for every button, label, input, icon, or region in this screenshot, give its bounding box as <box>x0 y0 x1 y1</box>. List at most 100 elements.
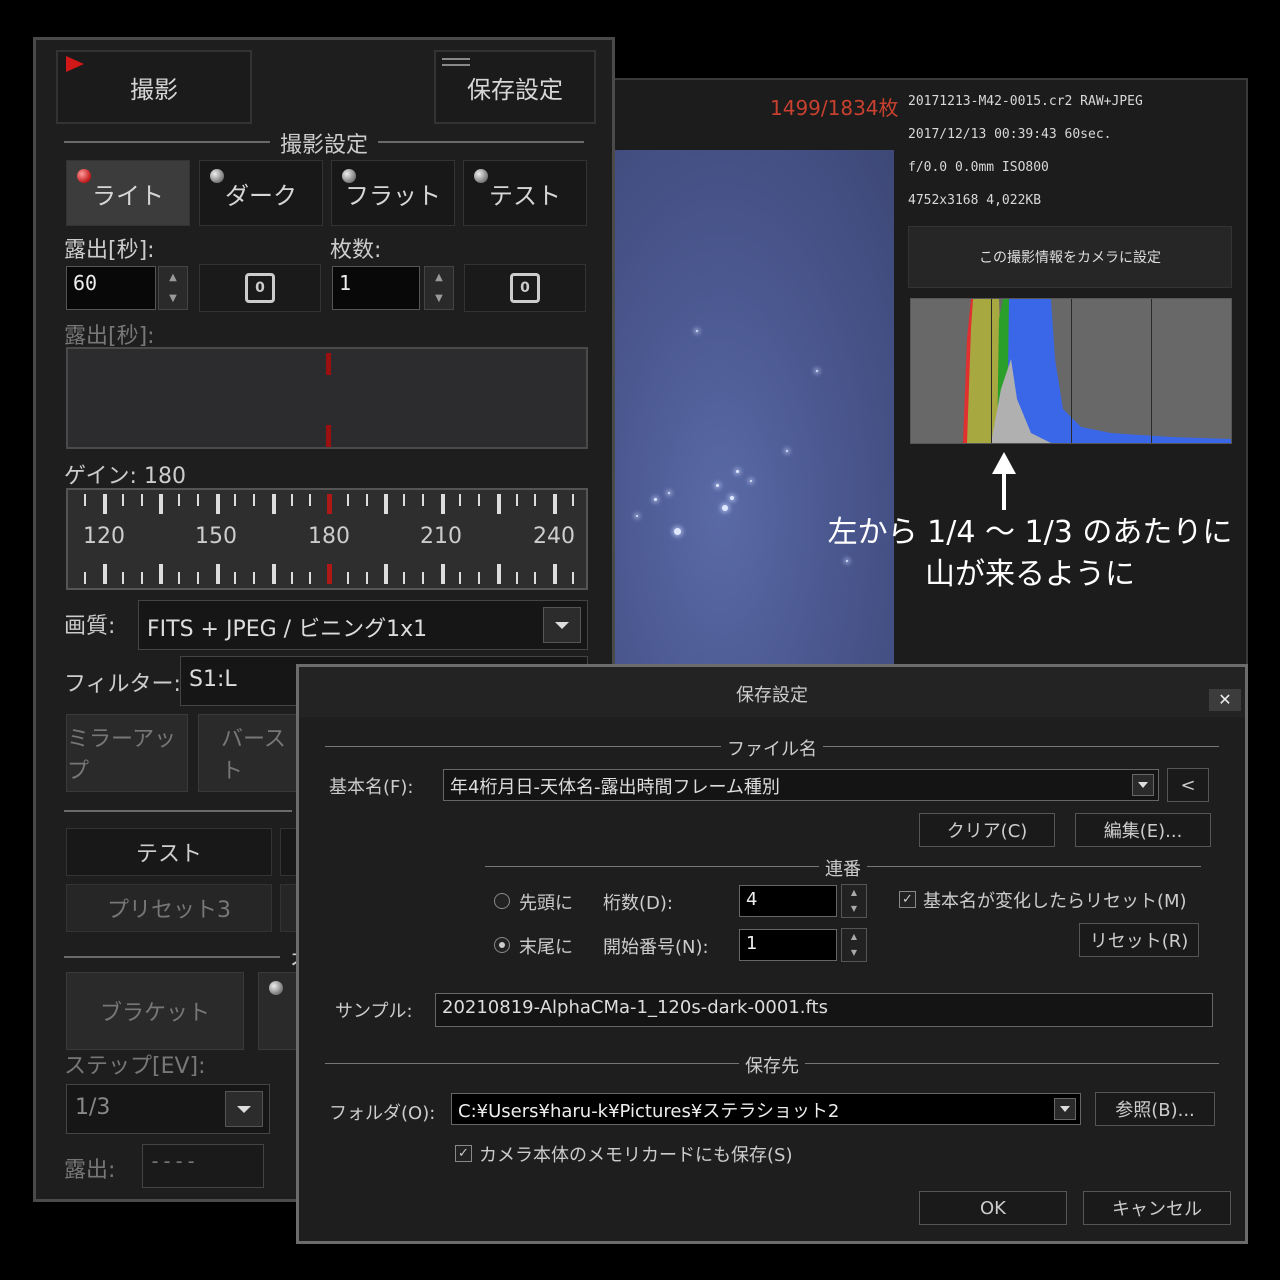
gain-tick <box>178 494 180 506</box>
exposure-input[interactable]: 60 <box>66 266 156 310</box>
section-destination: 保存先 <box>325 1052 1219 1078</box>
gain-tick-label: 210 <box>420 524 462 549</box>
back-button[interactable]: < <box>1167 768 1209 802</box>
square-zero-icon: 0 <box>510 273 540 303</box>
digits-stepper[interactable]: ▲ ▼ <box>841 884 867 918</box>
led-off-icon <box>474 169 488 183</box>
gain-tick <box>365 572 368 584</box>
gain-tick <box>553 494 557 514</box>
gain-tick <box>515 572 518 584</box>
gain-slider[interactable]: 120 150 180 210 240 <box>66 488 588 590</box>
section-divider <box>64 810 292 812</box>
radio-head[interactable] <box>494 893 510 909</box>
gain-indicator <box>327 564 332 584</box>
digits-input[interactable]: 4 <box>739 885 837 917</box>
gain-tick <box>159 564 164 584</box>
gain-tick-label: 120 <box>83 524 125 549</box>
exposure-label: 露出[秒]: <box>64 238 155 263</box>
capture-date: 2017/12/13 00:39:43 60sec. <box>908 127 1112 142</box>
gain-tick <box>159 494 164 514</box>
exposure-preset-button[interactable]: 0 <box>199 264 321 312</box>
file-name: 20171213-M42-0015.cr2 RAW+JPEG <box>908 94 1143 109</box>
gain-tick <box>290 572 293 584</box>
folder-label: フォルダ(O): <box>329 1103 436 1124</box>
gain-indicator <box>327 494 332 514</box>
quality-select[interactable]: FITS + JPEG / ビニング1x1 <box>138 600 588 650</box>
gain-tick <box>84 494 87 506</box>
annotation-text: 左から 1/4 〜 1/3 のあたりに 山が来るように <box>820 512 1240 596</box>
basename-select[interactable]: 年4桁月日-天体名-露出時間フレーム種別 <box>443 769 1159 801</box>
gain-tick <box>103 494 107 514</box>
count-label: 枚数: <box>330 238 382 263</box>
quality-label: 画質: <box>64 614 116 639</box>
sample-field: 20210819-AlphaCMa-1_120s-dark-0001.fts <box>435 993 1213 1027</box>
gain-tick <box>365 494 368 506</box>
tab-save-settings-label: 保存設定 <box>467 75 563 104</box>
start-number-stepper[interactable]: ▲ ▼ <box>841 928 867 962</box>
annotation-line-2: 山が来るように <box>925 557 1135 592</box>
exposure-stepper[interactable]: ▲ ▼ <box>158 266 188 310</box>
gain-tick <box>253 494 255 506</box>
square-zero-icon: 0 <box>245 273 275 303</box>
gain-tick <box>84 572 87 584</box>
annotation-line-1: 左から 1/4 〜 1/3 のあたりに <box>827 515 1233 550</box>
exposure-bottom-field[interactable]: ---- <box>142 1144 264 1188</box>
gain-tick-label: 150 <box>195 524 237 549</box>
gain-label: ゲイン: 180 <box>64 464 186 489</box>
mode-test-button[interactable]: テスト <box>463 160 587 226</box>
count-stepper[interactable]: ▲ ▼ <box>424 266 454 310</box>
count-preset-button[interactable]: 0 <box>464 264 586 312</box>
lens-info: f/0.0 0.0mm ISO800 <box>908 160 1049 175</box>
gain-tick <box>121 494 124 506</box>
test-capture-button[interactable]: テスト <box>66 828 272 876</box>
browse-button[interactable]: 参照(B)... <box>1095 1092 1215 1126</box>
gain-tick <box>496 564 501 584</box>
burst-button[interactable]: バースト <box>198 714 298 792</box>
step-select[interactable]: 1/3 <box>66 1084 270 1134</box>
mirror-up-button[interactable]: ミラーアップ <box>66 714 188 792</box>
tab-capture[interactable]: 撮影 <box>56 50 252 124</box>
up-arrow-icon <box>992 452 1016 510</box>
reset-button[interactable]: リセット(R) <box>1079 923 1199 957</box>
gain-tick <box>140 494 143 506</box>
mode-dark-button[interactable]: ダーク <box>199 160 323 226</box>
reset-on-change-checkbox[interactable]: ✓ <box>899 891 916 908</box>
count-input[interactable]: 1 <box>332 266 420 310</box>
led-off-icon <box>342 169 356 183</box>
close-button[interactable]: ✕ <box>1209 689 1241 711</box>
cancel-button[interactable]: キャンセル <box>1083 1191 1231 1225</box>
radio-head-label: 先頭に <box>519 893 573 914</box>
ok-button[interactable]: OK <box>919 1191 1067 1225</box>
bracket-option-button[interactable] <box>258 972 300 1050</box>
tab-capture-label: 撮影 <box>130 75 178 104</box>
clear-button[interactable]: クリア(C) <box>919 813 1055 847</box>
gain-tick-label: 240 <box>533 524 575 549</box>
save-to-card-checkbox[interactable]: ✓ <box>455 1145 472 1162</box>
gain-tick <box>234 572 237 584</box>
led-on-icon <box>77 169 91 183</box>
bracket-button[interactable]: ブラケット <box>66 972 244 1050</box>
folder-select[interactable]: C:¥Users¥haru-k¥Pictures¥ステラショット2 <box>451 1093 1081 1125</box>
basename-label: 基本名(F): <box>329 777 414 798</box>
led-off-icon <box>269 981 283 995</box>
chevron-down-icon <box>225 1091 263 1127</box>
preset-button[interactable]: プリセット3 <box>66 884 272 932</box>
histogram <box>910 298 1232 444</box>
gain-tick <box>421 494 424 506</box>
gain-tick <box>271 494 276 514</box>
mode-light-button[interactable]: ライト <box>66 160 190 226</box>
apply-to-camera-button[interactable]: この撮影情報をカメラに設定 <box>908 226 1232 288</box>
gain-tick <box>140 572 143 584</box>
gain-tick-label: 180 <box>308 524 350 549</box>
sample-label: サンプル: <box>335 1001 413 1022</box>
gain-tick <box>553 564 557 584</box>
gain-tick <box>534 494 537 506</box>
tab-save-settings[interactable]: 保存設定 <box>434 50 596 124</box>
section-capture-settings: 撮影設定 <box>64 127 584 159</box>
gain-tick <box>196 572 199 584</box>
gain-tick <box>290 494 293 506</box>
mode-flat-button[interactable]: フラット <box>331 160 455 226</box>
edit-button[interactable]: 編集(E)... <box>1075 813 1211 847</box>
start-number-input[interactable]: 1 <box>739 929 837 961</box>
radio-tail[interactable] <box>494 937 510 953</box>
